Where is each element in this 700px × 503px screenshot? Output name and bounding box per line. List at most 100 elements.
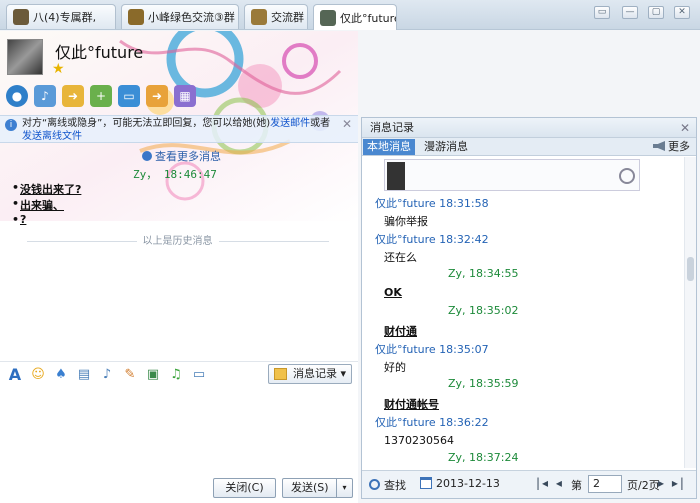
history-message: ? [11,213,26,226]
record-sender: 仅此°future 18:36:22 [375,416,489,429]
more-label: 更多 [668,140,690,153]
more-apps-icon[interactable]: ▦ [174,85,196,107]
send-button[interactable]: 发送(S) ▾ [282,478,353,498]
history-message: 出来骗、 [12,197,64,213]
record-message: 好的 [384,361,406,374]
video-call-icon[interactable]: ● [6,85,28,107]
tab-label: 小峰绿色交流③群 [148,11,235,24]
info-icon: i [5,119,17,131]
record-sender: 仅此°future 18:35:07 [375,343,489,356]
screenshot-icon[interactable]: ▭ [189,366,209,384]
page-total: 页/2页 [627,479,660,492]
record-self-sender: Zy, 18:35:59 [448,377,519,390]
image-thumbnail[interactable] [384,159,640,191]
find-label: 查找 [384,479,406,492]
group-avatar-icon [251,9,267,25]
send-options-icon[interactable]: ▾ [336,479,352,497]
contact-name[interactable]: 仅此°future [55,39,143,63]
maximize-icon[interactable]: ▢ [648,6,664,19]
tab-group-3[interactable]: 交流群 [244,4,308,29]
find-button[interactable]: 查找 [369,477,406,493]
record-message-bold: OK [384,286,402,299]
clock-icon [142,151,152,161]
group-avatar-icon [128,9,144,25]
tab-group-1[interactable]: 八(4)专属群, [6,4,116,29]
notice-text: 对方“离线或隐身”，可能无法立即回复，您可以给她(她) [22,118,271,129]
contact-avatar[interactable] [7,39,43,75]
tab-local-messages[interactable]: 本地消息 [363,139,415,155]
tab-label: 交流群 [271,11,304,24]
history-button-label: 消息记录 [293,367,337,380]
tab-label: 仅此°future [340,11,397,25]
voice-message-icon[interactable]: ♪ [97,366,117,384]
close-icon[interactable]: ✕ [674,6,690,19]
thumbnail-dark-area [387,162,405,190]
notice-close-icon[interactable]: ✕ [342,118,352,131]
send-email-link[interactable]: 发送邮件 [270,118,310,129]
records-list: 仅此°future 18:31:58 骗你举报 仅此°future 18:32:… [362,157,684,468]
history-icon [274,368,287,380]
notice-text-middle: 或者 [310,118,331,129]
page-nav-back: |◂ ◂ [536,476,564,490]
star-icon: ★ [52,61,65,77]
first-page-icon[interactable]: |◂ [536,476,550,490]
records-close-icon[interactable]: ✕ [680,121,690,135]
share-screen-icon[interactable]: ▭ [118,85,140,107]
tab-label: 八(4)专属群, [33,11,97,24]
send-offline-file-link[interactable]: 发送离线文件 [22,131,82,142]
calendar-icon [420,477,432,489]
page-number-input[interactable]: 2 [588,475,622,493]
page-label: 第 [571,479,582,492]
view-more-messages-link[interactable]: 查看更多消息 [142,148,221,164]
tab-roaming-messages[interactable]: 漫游消息 [424,139,468,155]
tab-contact-active[interactable]: 仅此°future [313,4,397,30]
video-clip-icon[interactable]: ▤ [74,366,94,384]
records-tabs: 本地消息 漫游消息 更多 [362,138,696,156]
tab-group-2[interactable]: 小峰绿色交流③群 [121,4,239,29]
record-self-sender: Zy, 18:34:55 [448,267,519,280]
skin-icon[interactable]: ▭ [594,6,610,19]
app-icon[interactable]: ➜ [146,85,168,107]
prev-page-icon[interactable]: ◂ [556,476,564,490]
more-button[interactable]: 更多 [653,139,690,155]
voice-call-icon[interactable]: ♪ [34,85,56,107]
record-message-bold: 财付通帐号 [384,398,439,411]
message-input[interactable] [0,389,358,469]
more-history-label: 查看更多消息 [155,150,221,163]
chat-window: 八(4)专属群, 小峰绿色交流③群 交流群 仅此°future ▭ — ▢ ✕ [0,0,700,503]
scrollbar-thumb[interactable] [687,257,694,281]
minimize-icon[interactable]: — [622,6,638,19]
date-picker[interactable]: 2013-12-13 [420,477,500,490]
message-history-button[interactable]: 消息记录 ▾ [268,364,352,384]
offline-notice: i 对方“离线或隐身”，可能无法立即回复，您可以给她(她)发送邮件或者发送离线文… [0,115,358,143]
remote-assist-icon[interactable]: + [90,85,112,107]
page-nav-forward: ▸ ▸| [658,476,686,490]
history-divider: 以上是历史消息 [20,232,335,247]
record-message: 骗你举报 [384,215,428,228]
record-sender: 仅此°future 18:31:58 [375,197,489,210]
chat-panel: 仅此°future ★ ● ♪ ➜ + ▭ ➜ ▦ i 对方“离线或隐身”，可能… [0,31,358,503]
contact-avatar-icon [320,9,336,26]
image-icon[interactable]: ▣ [143,366,163,384]
record-self-sender: Zy, 18:35:02 [448,304,519,317]
records-footer: 查找 2013-12-13 |◂ ◂ 第 2 页/2页 ▸ ▸| [362,470,696,498]
close-button[interactable]: 关闭(C) [213,478,276,498]
tab-bar: 八(4)专属群, 小峰绿色交流③群 交流群 仅此°future ▭ — ▢ ✕ [0,0,700,30]
edit-icon[interactable]: ✎ [120,366,140,384]
zoom-icon[interactable] [619,168,635,184]
bell-icon[interactable]: ♠ [51,366,71,384]
music-icon[interactable]: ♫ [166,366,186,384]
message-records-panel: 消息记录 ✕ 本地消息 漫游消息 更多 仅此°future 18:31:58 骗… [361,117,697,499]
send-label: 发送(S) [291,481,329,494]
message-sender-line: Zy， 18:46:47 [133,168,217,181]
record-message-bold: 财付通 [384,325,417,338]
send-file-icon[interactable]: ➜ [62,85,84,107]
record-sender: 仅此°future 18:32:42 [375,233,489,246]
group-avatar-icon [13,9,29,25]
records-scrollbar[interactable] [684,157,696,468]
history-message: 没钱出来了? [12,181,81,197]
emoji-icon[interactable]: ☺ [28,366,48,384]
next-page-icon[interactable]: ▸ [658,476,666,490]
last-page-icon[interactable]: ▸| [672,476,686,490]
font-icon[interactable]: A [5,365,25,384]
